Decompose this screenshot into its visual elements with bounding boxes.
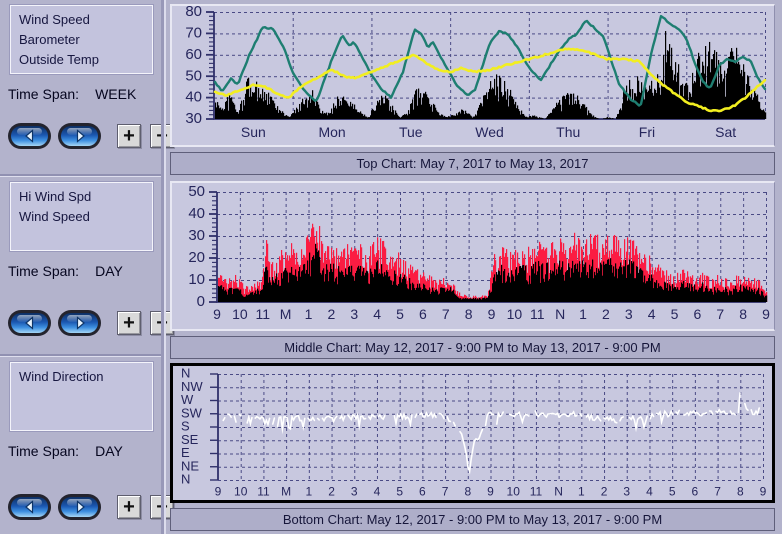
top-chart-panel[interactable] (170, 4, 775, 147)
right-arrow-icon (72, 128, 88, 144)
time-span-value: WEEK (95, 86, 136, 102)
top-chart-legend[interactable]: Wind SpeedBarometerOutside Temp (10, 5, 153, 74)
zoom-in-button[interactable]: + (117, 124, 141, 148)
middle-chart-canvas (172, 183, 774, 329)
left-arrow-icon (22, 499, 38, 515)
scroll-back-button[interactable] (8, 123, 51, 149)
control-sidebar: Wind SpeedBarometerOutside Temp Time Spa… (0, 0, 166, 534)
bottom-time-span: Time Span: DAY (8, 443, 123, 459)
left-arrow-icon (22, 315, 38, 331)
scroll-back-button[interactable] (8, 310, 51, 336)
scroll-forward-button[interactable] (58, 310, 101, 336)
top-chart-buttons: + − (8, 122, 174, 150)
zoom-in-button[interactable]: + (117, 495, 141, 519)
weather-chart-window: Wind SpeedBarometerOutside Temp Time Spa… (0, 0, 782, 534)
left-arrow-icon (22, 128, 38, 144)
time-span-value: DAY (95, 443, 123, 459)
middle-chart-caption: Middle Chart: May 12, 2017 - 9:00 PM to … (170, 336, 775, 359)
zoom-in-button[interactable]: + (117, 311, 141, 335)
time-span-label: Time Span: (8, 86, 79, 102)
bottom-chart-controls: Wind Direction Time Span:DAY + − (0, 357, 162, 529)
middle-chart-panel[interactable] (170, 181, 775, 331)
middle-chart-controls: Hi Wind SpdWind Speed Time Span:DAY + − (0, 177, 162, 349)
middle-chart-buttons: + − (8, 309, 174, 337)
top-time-span: Time Span: WEEK (8, 86, 136, 102)
scroll-forward-button[interactable] (58, 494, 101, 520)
scroll-back-button[interactable] (8, 494, 51, 520)
time-span-label: Time Span: (8, 263, 79, 279)
sidebar-chart-divider (161, 0, 166, 534)
bottom-chart-buttons: + − (8, 493, 174, 521)
bottom-chart-caption: Bottom Chart: May 12, 2017 - 9:00 PM to … (170, 508, 775, 531)
top-chart-controls: Wind SpeedBarometerOutside Temp Time Spa… (0, 0, 162, 172)
bottom-chart-legend[interactable]: Wind Direction (10, 362, 153, 431)
bottom-chart-panel[interactable] (170, 363, 775, 503)
middle-time-span: Time Span: DAY (8, 263, 123, 279)
time-span-value: DAY (95, 263, 123, 279)
top-chart-canvas (172, 6, 774, 145)
scroll-forward-button[interactable] (58, 123, 101, 149)
top-chart-caption: Top Chart: May 7, 2017 to May 13, 2017 (170, 152, 775, 175)
middle-chart-legend[interactable]: Hi Wind SpdWind Speed (10, 182, 153, 251)
time-span-label: Time Span: (8, 443, 79, 459)
bottom-chart-canvas (173, 366, 772, 500)
right-arrow-icon (72, 315, 88, 331)
right-arrow-icon (72, 499, 88, 515)
